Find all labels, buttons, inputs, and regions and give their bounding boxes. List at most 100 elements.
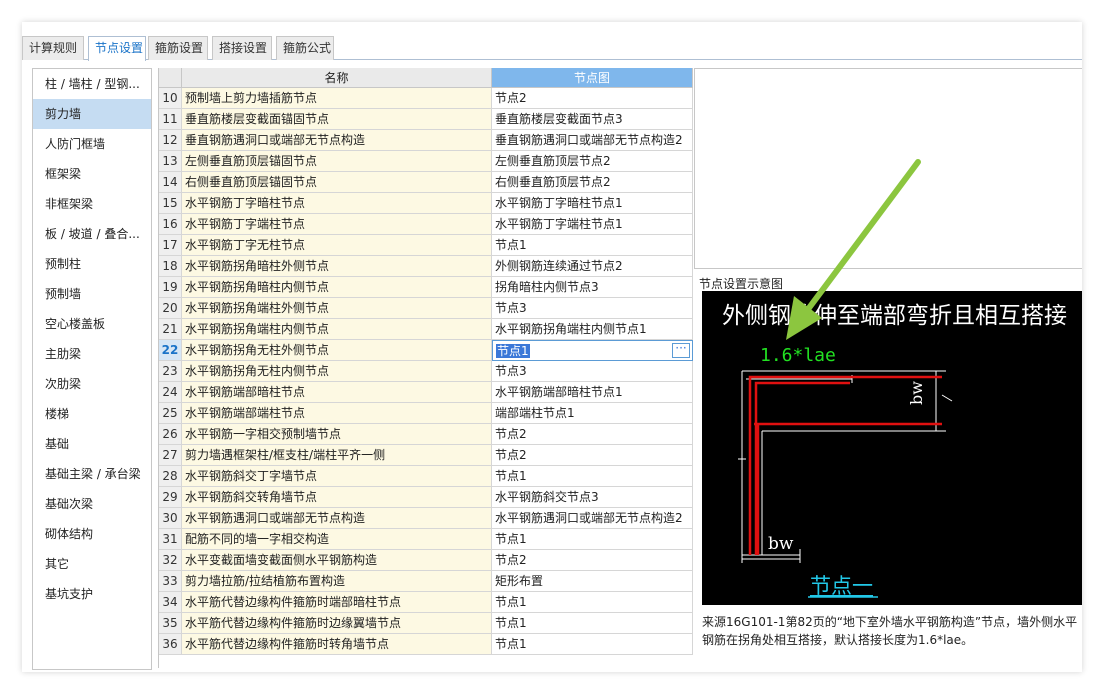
sidebar-item[interactable]: 基坑支护 [33,579,151,609]
node-name-cell[interactable]: 水平钢筋斜交丁字墙节点 [182,466,492,487]
node-name-cell[interactable]: 水平钢筋一字相交预制墙节点 [182,424,492,445]
node-diagram-cell[interactable]: 水平钢筋丁字暗柱节点1 [492,193,693,214]
table-row[interactable]: 20 水平钢筋拐角端柱外侧节点 节点3 [159,298,693,319]
sidebar-item[interactable]: 框架梁 [33,159,151,189]
table-row[interactable]: 21 水平钢筋拐角端柱内侧节点 水平钢筋拐角端柱内侧节点1 [159,319,693,340]
table-row[interactable]: 24 水平钢筋端部暗柱节点 水平钢筋端部暗柱节点1 [159,382,693,403]
table-row[interactable]: 25 水平钢筋端部端柱节点 端部端柱节点1 [159,403,693,424]
node-diagram-cell[interactable]: 节点1 [492,613,693,634]
node-name-cell[interactable]: 水平变截面墙变截面侧水平钢筋构造 [182,550,492,571]
node-name-cell[interactable]: 剪力墙拉筋/拉结植筋布置构造 [182,571,492,592]
node-name-cell[interactable]: 水平钢筋丁字暗柱节点 [182,193,492,214]
node-name-cell[interactable]: 左侧垂直筋顶层锚固节点 [182,151,492,172]
sidebar-item[interactable]: 预制柱 [33,249,151,279]
table-row[interactable]: 28 水平钢筋斜交丁字墙节点 节点1 [159,466,693,487]
sidebar-item[interactable]: 基础主梁 / 承台梁 [33,459,151,489]
node-diagram-cell[interactable]: 矩形布置 [492,571,693,592]
table-row[interactable]: 10 预制墙上剪力墙插筋节点 节点2 [159,88,693,109]
node-diagram-cell[interactable]: 水平钢筋丁字端柱节点1 [492,214,693,235]
node-diagram-cell[interactable]: 左侧垂直筋顶层节点2 [492,151,693,172]
sidebar-item[interactable]: 板 / 坡道 / 叠合... [33,219,151,249]
sidebar-item[interactable]: 主肋梁 [33,339,151,369]
table-row[interactable]: 11 垂直筋楼层变截面锚固节点 垂直筋楼层变截面节点3 [159,109,693,130]
table-row[interactable]: 19 水平钢筋拐角暗柱内侧节点 拐角暗柱内侧节点3 [159,277,693,298]
sidebar-item[interactable]: 空心楼盖板 [33,309,151,339]
node-name-cell[interactable]: 预制墙上剪力墙插筋节点 [182,88,492,109]
table-row[interactable]: 23 水平钢筋拐角无柱内侧节点 节点3 [159,361,693,382]
node-name-cell[interactable]: 水平钢筋丁字端柱节点 [182,214,492,235]
table-row[interactable]: 36 水平筋代替边缘构件箍筋时转角墙节点 节点1 [159,634,693,655]
sidebar-item[interactable]: 人防门框墙 [33,129,151,159]
table-row[interactable]: 16 水平钢筋丁字端柱节点 水平钢筋丁字端柱节点1 [159,214,693,235]
node-diagram-cell[interactable]: 节点1 [492,592,693,613]
node-diagram-cell[interactable]: 外侧钢筋连续通过节点2 [492,256,693,277]
node-diagram-cell[interactable]: 节点1 [492,634,693,655]
sidebar-item[interactable]: 剪力墙 [33,99,151,129]
node-name-cell[interactable]: 水平钢筋端部端柱节点 [182,403,492,424]
node-diagram-cell[interactable]: 水平钢筋端部暗柱节点1 [492,382,693,403]
node-name-cell[interactable]: 右侧垂直筋顶层锚固节点 [182,172,492,193]
node-diagram-cell[interactable]: 节点2 [492,550,693,571]
node-diagram-cell[interactable]: 节点1 [492,235,693,256]
table-row[interactable]: 33 剪力墙拉筋/拉结植筋布置构造 矩形布置 [159,571,693,592]
tab-2[interactable]: 箍筋设置 [148,36,208,60]
node-name-cell[interactable]: 水平钢筋丁字无柱节点 [182,235,492,256]
node-diagram-cell[interactable]: 端部端柱节点1 [492,403,693,424]
table-row[interactable]: 15 水平钢筋丁字暗柱节点 水平钢筋丁字暗柱节点1 [159,193,693,214]
node-diagram-cell[interactable]: 右侧垂直筋顶层节点2 [492,172,693,193]
node-name-cell[interactable]: 水平钢筋拐角无柱外侧节点 [182,340,492,361]
node-diagram-column-header[interactable]: 节点图 [492,68,693,88]
tab-3[interactable]: 搭接设置 [212,36,272,60]
node-name-cell[interactable]: 水平筋代替边缘构件箍筋时边缘翼墙节点 [182,613,492,634]
table-row[interactable]: 14 右侧垂直筋顶层锚固节点 右侧垂直筋顶层节点2 [159,172,693,193]
node-name-cell[interactable]: 水平钢筋拐角端柱外侧节点 [182,298,492,319]
node-diagram-cell[interactable]: 水平钢筋遇洞口或端部无节点构造2 [492,508,693,529]
node-diagram-selected-value[interactable]: 节点1 [496,344,530,358]
node-name-cell[interactable]: 垂直筋楼层变截面锚固节点 [182,109,492,130]
node-diagram-cell[interactable]: 节点3 [492,298,693,319]
table-row[interactable]: 26 水平钢筋一字相交预制墙节点 节点2 [159,424,693,445]
sidebar-item[interactable]: 基础 [33,429,151,459]
table-row[interactable]: 18 水平钢筋拐角暗柱外侧节点 外侧钢筋连续通过节点2 [159,256,693,277]
node-diagram-cell[interactable]: 垂直钢筋遇洞口或端部无节点构造2 [492,130,693,151]
node-diagram-cell[interactable]: 节点1 [492,466,693,487]
tab-0[interactable]: 计算规则 [22,36,84,60]
node-diagram-cell[interactable]: 节点1 ··· [492,340,693,361]
table-row[interactable]: 30 水平钢筋遇洞口或端部无节点构造 水平钢筋遇洞口或端部无节点构造2 [159,508,693,529]
node-name-cell[interactable]: 水平钢筋拐角端柱内侧节点 [182,319,492,340]
node-name-cell[interactable]: 水平钢筋拐角暗柱外侧节点 [182,256,492,277]
node-diagram-cell[interactable]: 节点1 [492,529,693,550]
node-name-cell[interactable]: 水平筋代替边缘构件箍筋时端部暗柱节点 [182,592,492,613]
table-row[interactable]: 22 水平钢筋拐角无柱外侧节点 节点1 ··· [159,340,693,361]
sidebar-item[interactable]: 基础次梁 [33,489,151,519]
node-name-cell[interactable]: 配筋不同的墙一字相交构造 [182,529,492,550]
table-row[interactable]: 34 水平筋代替边缘构件箍筋时端部暗柱节点 节点1 [159,592,693,613]
tab-4[interactable]: 箍筋公式 [276,36,334,60]
node-name-cell[interactable]: 水平钢筋端部暗柱节点 [182,382,492,403]
table-row[interactable]: 27 剪力墙遇框架柱/框支柱/端柱平齐一侧 节点2 [159,445,693,466]
node-name-cell[interactable]: 水平钢筋拐角无柱内侧节点 [182,361,492,382]
node-name-cell[interactable]: 水平钢筋斜交转角墙节点 [182,487,492,508]
sidebar-item[interactable]: 其它 [33,549,151,579]
node-name-cell[interactable]: 水平钢筋拐角暗柱内侧节点 [182,277,492,298]
node-diagram-cell[interactable]: 水平钢筋斜交节点3 [492,487,693,508]
node-diagram-cell[interactable]: 节点2 [492,88,693,109]
tab-1[interactable]: 节点设置 [88,36,146,61]
name-column-header[interactable]: 名称 [182,68,492,88]
node-diagram-cell[interactable]: 节点2 [492,445,693,466]
sidebar-item[interactable]: 非框架梁 [33,189,151,219]
node-name-cell[interactable]: 剪力墙遇框架柱/框支柱/端柱平齐一侧 [182,445,492,466]
node-diagram-cell[interactable]: 水平钢筋拐角端柱内侧节点1 [492,319,693,340]
sidebar-item[interactable]: 预制墙 [33,279,151,309]
node-name-cell[interactable]: 水平筋代替边缘构件箍筋时转角墙节点 [182,634,492,655]
sidebar-item[interactable]: 柱 / 墙柱 / 型钢... [33,69,151,99]
table-row[interactable]: 12 垂直钢筋遇洞口或端部无节点构造 垂直钢筋遇洞口或端部无节点构造2 [159,130,693,151]
table-row[interactable]: 17 水平钢筋丁字无柱节点 节点1 [159,235,693,256]
node-diagram-cell[interactable]: 垂直筋楼层变截面节点3 [492,109,693,130]
table-row[interactable]: 32 水平变截面墙变截面侧水平钢筋构造 节点2 [159,550,693,571]
table-row[interactable]: 13 左侧垂直筋顶层锚固节点 左侧垂直筋顶层节点2 [159,151,693,172]
node-diagram-cell[interactable]: 拐角暗柱内侧节点3 [492,277,693,298]
node-name-cell[interactable]: 垂直钢筋遇洞口或端部无节点构造 [182,130,492,151]
node-name-cell[interactable]: 水平钢筋遇洞口或端部无节点构造 [182,508,492,529]
more-options-button[interactable]: ··· [672,342,690,358]
